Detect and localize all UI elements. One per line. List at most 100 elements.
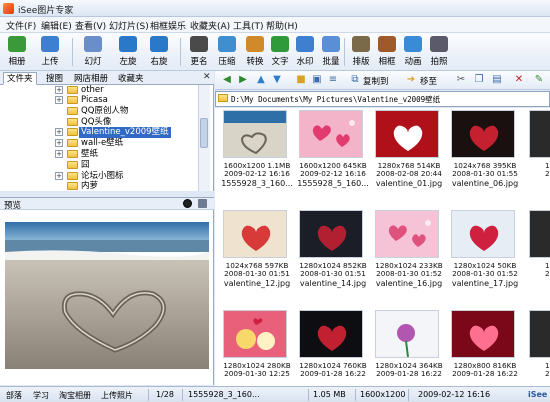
expand-icon[interactable]: + bbox=[55, 150, 63, 158]
thumbnail-image[interactable] bbox=[529, 110, 550, 158]
status-link-tribe[interactable]: 部落 bbox=[6, 390, 22, 401]
edit-icon[interactable]: ✎ bbox=[533, 74, 545, 86]
tab-favorites[interactable]: 收藏夹 bbox=[114, 72, 148, 85]
menu-help[interactable]: 帮助(H) bbox=[266, 19, 298, 32]
tree-scroll-thumb[interactable] bbox=[200, 118, 208, 148]
tree-item[interactable]: + Picasa bbox=[0, 95, 198, 106]
status-link-taobao[interactable]: 淘宝相册 bbox=[59, 390, 91, 401]
paste-icon[interactable]: ▤ bbox=[491, 74, 503, 86]
thumbnail-item[interactable]: 1280x1024 233KB 2008-01-30 01:52 valentine… bbox=[371, 208, 443, 292]
status-dimensions: 1600x1200 bbox=[360, 390, 406, 399]
folder-icon bbox=[67, 107, 78, 115]
down-icon[interactable]: ▼ bbox=[271, 74, 283, 86]
menu-slideshow[interactable]: 幻灯片(S) bbox=[109, 19, 149, 32]
status-brand: iSee bbox=[528, 390, 548, 399]
thumbnail-picture bbox=[241, 225, 271, 251]
thumbnail-image[interactable] bbox=[375, 310, 439, 358]
status-link-upload[interactable]: 上传照片 bbox=[101, 390, 133, 401]
thumbnail-image[interactable] bbox=[451, 110, 515, 158]
batch-button[interactable]: 批量 bbox=[316, 35, 346, 69]
toolbar-separator bbox=[344, 38, 345, 66]
thumbnail-item-partial[interactable]: 12802009- bbox=[525, 208, 550, 292]
thumbnail-image[interactable] bbox=[299, 210, 363, 258]
tree-item[interactable]: + wall-e壁纸 bbox=[0, 138, 198, 149]
thumbnail-image[interactable] bbox=[223, 210, 287, 258]
cut-icon[interactable]: ✂ bbox=[455, 74, 467, 86]
menu-file[interactable]: 文件(F) bbox=[6, 19, 36, 32]
status-link-learn[interactable]: 学习 bbox=[33, 390, 49, 401]
tree-item-selected[interactable]: + Valentine_v2009壁纸 bbox=[0, 127, 198, 138]
expand-icon[interactable]: + bbox=[55, 139, 63, 147]
rotate-left-button[interactable]: 左旋 bbox=[113, 35, 143, 69]
tree-item[interactable]: + 壁纸 bbox=[0, 149, 198, 160]
copy-to-button[interactable]: 复制到 bbox=[363, 75, 389, 87]
thumbnail-image[interactable] bbox=[375, 110, 439, 158]
thumbnail-image[interactable] bbox=[529, 210, 550, 258]
compress-button[interactable]: 压缩 bbox=[212, 35, 242, 69]
thumbnail-filename: valentine_17.jpg bbox=[451, 279, 519, 288]
folder-open-icon[interactable]: ■ bbox=[295, 74, 307, 86]
back-icon[interactable]: ◀ bbox=[221, 74, 233, 86]
menu-tools[interactable]: 工具(T) bbox=[233, 19, 264, 32]
thumbnail-item[interactable]: 1280x1024 852KB 2008-01-30 01:51 valentine… bbox=[295, 208, 367, 292]
slideshow-button[interactable]: 幻灯 bbox=[78, 35, 108, 69]
thumbnail-item[interactable]: 1024x768 395KB 2008-01-30 01:55 valentine_… bbox=[447, 108, 519, 192]
expand-icon[interactable]: + bbox=[55, 96, 63, 104]
thumbnail-item[interactable]: 1280x800 816KB 2009-01-28 16:22 bbox=[447, 308, 519, 386]
copy-icon: ⧉ bbox=[351, 74, 359, 85]
rotate-right-button[interactable]: 右旋 bbox=[144, 35, 174, 69]
copy-file-icon[interactable]: ❐ bbox=[473, 74, 485, 86]
forward-icon[interactable]: ▶ bbox=[237, 74, 249, 86]
thumbnail-item[interactable]: 1280x1024 364KB 2009-01-28 16:22 bbox=[371, 308, 443, 386]
expand-icon[interactable]: + bbox=[55, 86, 63, 94]
thumbnail-image[interactable] bbox=[375, 210, 439, 258]
tree-item[interactable]: 囧 bbox=[0, 160, 198, 171]
expand-icon[interactable]: + bbox=[55, 172, 63, 180]
thumbnail-image[interactable] bbox=[223, 110, 287, 158]
menu-view[interactable]: 查看(V) bbox=[75, 19, 106, 32]
camera-button[interactable]: 拍照 bbox=[424, 35, 454, 69]
thumbnail-item[interactable]: 1024x768 597KB 2008-01-30 01:51 valentine_… bbox=[219, 208, 291, 292]
folder-icon bbox=[67, 96, 78, 104]
album-button[interactable]: 相册 bbox=[2, 35, 32, 69]
address-text[interactable]: D:\My Documents\My Pictures\Valentine_v2… bbox=[231, 94, 440, 105]
upload-button[interactable]: 上传 bbox=[35, 35, 65, 69]
status-date: 2009-02-12 16:16 bbox=[418, 390, 491, 399]
qq-icon[interactable] bbox=[183, 199, 192, 208]
thumbnail-image[interactable] bbox=[299, 310, 363, 358]
thumbnail-item-partial[interactable]: 16002009- bbox=[525, 108, 550, 192]
thumbnail-item[interactable]: 1600x1200 645KB 2009-02-12 16:16 1555928_5… bbox=[295, 108, 369, 192]
menu-frames[interactable]: 相框娱乐 bbox=[150, 19, 186, 32]
close-icon[interactable]: ✕ bbox=[203, 72, 211, 82]
thumbnail-image[interactable] bbox=[299, 110, 363, 158]
menu-favorites[interactable]: 收藏夹(A) bbox=[190, 19, 230, 32]
rename-button[interactable]: 更名 bbox=[184, 35, 214, 69]
tab-search[interactable]: 搜图 bbox=[42, 72, 67, 85]
thumbnail-item[interactable]: 1280x1024 280KB 2009-01-30 12:25 bbox=[219, 308, 291, 386]
expand-icon[interactable]: + bbox=[55, 128, 63, 136]
delete-icon[interactable]: ✕ bbox=[513, 74, 525, 86]
thumbnail-item[interactable]: 1600x1200 1.1MB 2009-02-12 16:16 1555928_3… bbox=[219, 108, 293, 192]
up-icon[interactable]: ▲ bbox=[255, 74, 267, 86]
move-to-button[interactable]: 移至 bbox=[420, 75, 437, 87]
sort-icon[interactable]: ≡ bbox=[327, 74, 339, 86]
status-separator bbox=[148, 389, 149, 401]
thumbnail-image[interactable] bbox=[451, 310, 515, 358]
tree-item[interactable]: QQ原创人物 bbox=[0, 106, 198, 117]
tree-item[interactable]: 内萝 bbox=[0, 181, 198, 191]
status-count: 1/28 bbox=[156, 390, 174, 399]
preview-image bbox=[5, 222, 209, 369]
tab-shop-album[interactable]: 网店相册 bbox=[70, 72, 112, 85]
view-icon[interactable]: ▣ bbox=[311, 74, 323, 86]
menu-edit[interactable]: 编辑(E) bbox=[41, 19, 72, 32]
status-separator bbox=[308, 389, 309, 401]
thumbnail-item[interactable]: 1280x1024 760KB 2009-01-28 16:22 bbox=[295, 308, 367, 386]
thumbnail-image[interactable] bbox=[451, 210, 515, 258]
pin-icon[interactable] bbox=[198, 199, 207, 208]
thumbnail-image[interactable] bbox=[529, 310, 550, 358]
thumbnail-item-partial[interactable]: 12802009- bbox=[525, 308, 550, 386]
thumbnail-image[interactable] bbox=[223, 310, 287, 358]
thumbnail-item[interactable]: 1280x768 514KB 2008-02-08 20:44 valentine_… bbox=[371, 108, 443, 192]
tab-folders[interactable]: 文件夹 bbox=[3, 72, 37, 85]
thumbnail-item[interactable]: 1280x1024 50KB 2008-01-30 01:52 valentine_… bbox=[447, 208, 519, 292]
